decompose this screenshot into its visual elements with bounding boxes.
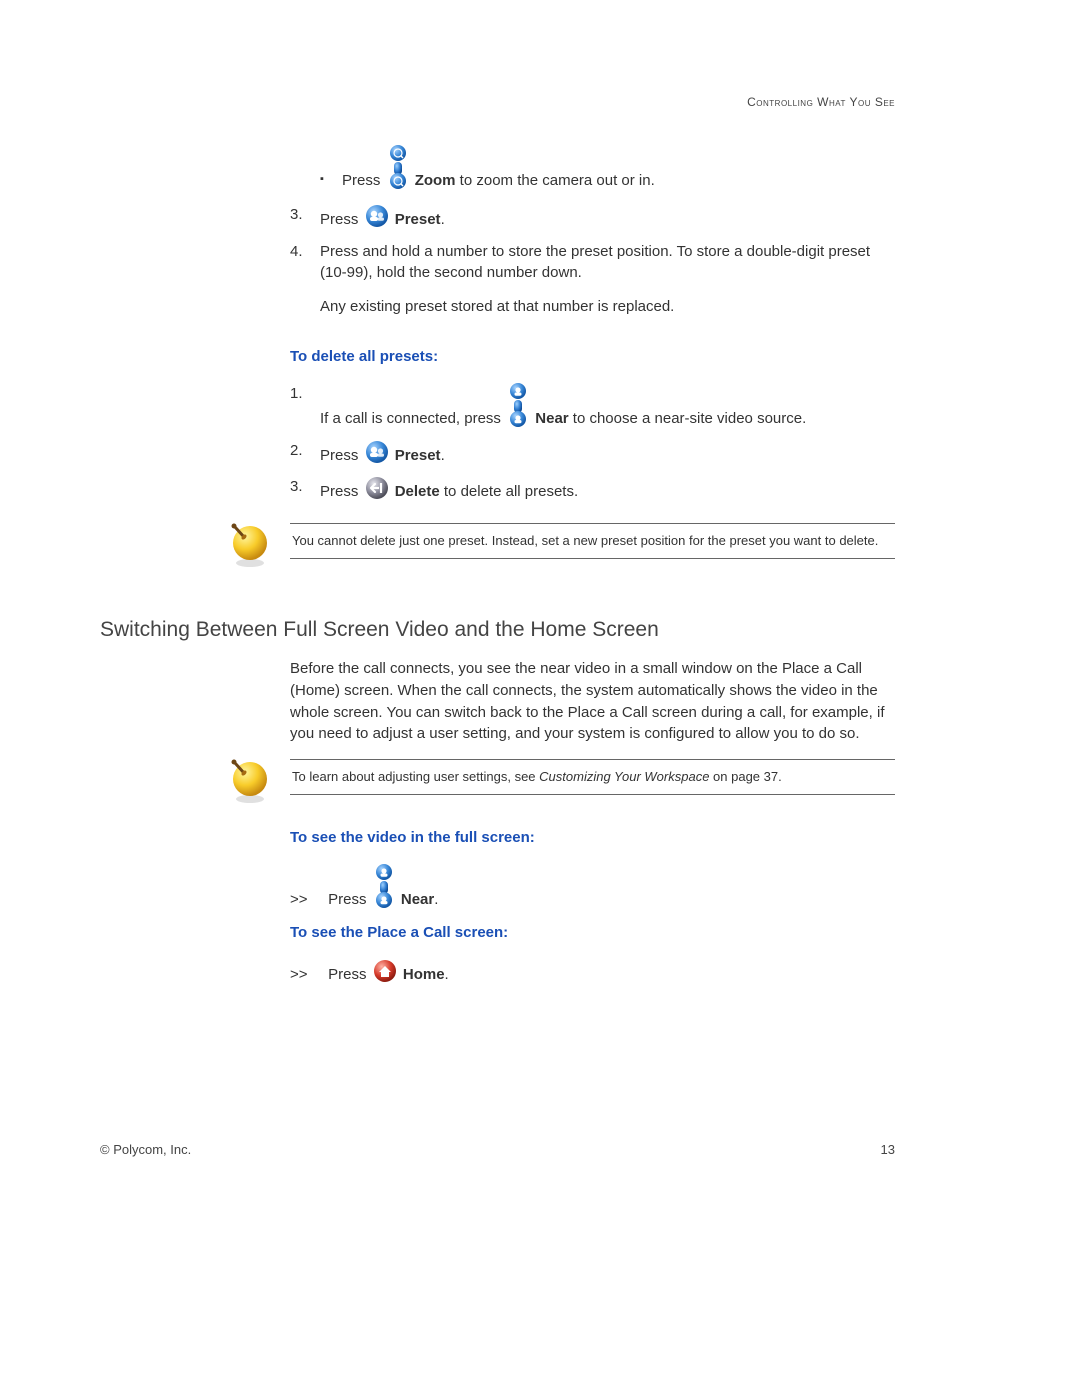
placecall-step: >> Press Home. [290, 959, 895, 985]
text: Press [320, 447, 363, 464]
delete-icon [365, 476, 389, 507]
preset-icon [365, 204, 389, 235]
home-label: Home [403, 966, 445, 983]
preset-label: Preset [395, 447, 441, 464]
note-box-1: You cannot delete just one preset. Inste… [290, 523, 895, 559]
note-box-2: To learn about adjusting user settings, … [290, 759, 895, 795]
near-label: Near [535, 410, 568, 427]
section-para: Before the call connects, you see the ne… [290, 658, 895, 745]
text: to choose a near-site video source. [569, 410, 807, 427]
near-label: Near [401, 891, 434, 908]
near-icon [373, 864, 395, 914]
text: Press [328, 891, 371, 908]
heading-delete-presets: To delete all presets: [290, 348, 895, 365]
text: . [434, 891, 438, 908]
main-content: ▪ Press Zoom to zoom the camera out or i… [290, 145, 895, 559]
text: Press and hold a number to store the pre… [320, 243, 870, 282]
text: to delete all presets. [440, 483, 578, 500]
pushpin-icon [227, 523, 273, 569]
footer-copyright: © Polycom, Inc. [100, 1142, 191, 1157]
reference-link: Customizing Your Workspace [539, 769, 709, 784]
near-icon [507, 383, 529, 434]
note-text: To learn about adjusting user settings, … [290, 759, 895, 795]
arrow-marker: >> [290, 964, 324, 985]
text: Press [320, 211, 363, 228]
text: Press [342, 172, 385, 189]
step-number: 3. [290, 204, 320, 231]
heading-placecall: To see the Place a Call screen: [290, 924, 895, 941]
step-number: 3. [290, 476, 320, 503]
text: . [441, 447, 445, 464]
text: If a call is connected, press [320, 410, 505, 427]
preset-icon [365, 440, 389, 471]
home-icon [373, 959, 397, 989]
step-3-preset: 3. Press Preset. [290, 204, 895, 231]
preset-label: Preset [395, 211, 441, 228]
chapter-header: Controlling What You See [747, 95, 895, 109]
delete-label: Delete [395, 483, 440, 500]
bullet-zoom: ▪ Press Zoom to zoom the camera out or i… [320, 145, 895, 192]
zoom-icon [387, 145, 409, 196]
heading-fullscreen: To see the video in the full screen: [290, 829, 895, 846]
step-number: 1. [290, 383, 320, 430]
text: Press [320, 483, 363, 500]
step-number: 4. [290, 241, 320, 334]
text: . [441, 211, 445, 228]
text: to zoom the camera out or in. [456, 172, 655, 189]
step-4: 4. Press and hold a number to store the … [290, 241, 895, 334]
delete-step-2: 2. Press Preset. [290, 440, 895, 467]
zoom-label: Zoom [415, 172, 456, 189]
text: Any existing preset stored at that numbe… [320, 296, 895, 318]
text: . [445, 966, 449, 983]
page-number: 13 [881, 1142, 895, 1157]
bullet-mark: ▪ [320, 172, 342, 188]
note-text: You cannot delete just one preset. Inste… [290, 523, 895, 559]
pushpin-icon [227, 759, 273, 805]
fullscreen-step: >> Press Near. [290, 864, 895, 910]
delete-step-1: 1. If a call is connected, press [290, 383, 895, 430]
text: Press [328, 966, 371, 983]
step-number: 2. [290, 440, 320, 467]
section-body: Before the call connects, you see the ne… [290, 658, 895, 999]
arrow-marker: >> [290, 889, 324, 910]
section-heading: Switching Between Full Screen Video and … [100, 618, 895, 642]
delete-step-3: 3. Press Delete to delete all presets. [290, 476, 895, 503]
